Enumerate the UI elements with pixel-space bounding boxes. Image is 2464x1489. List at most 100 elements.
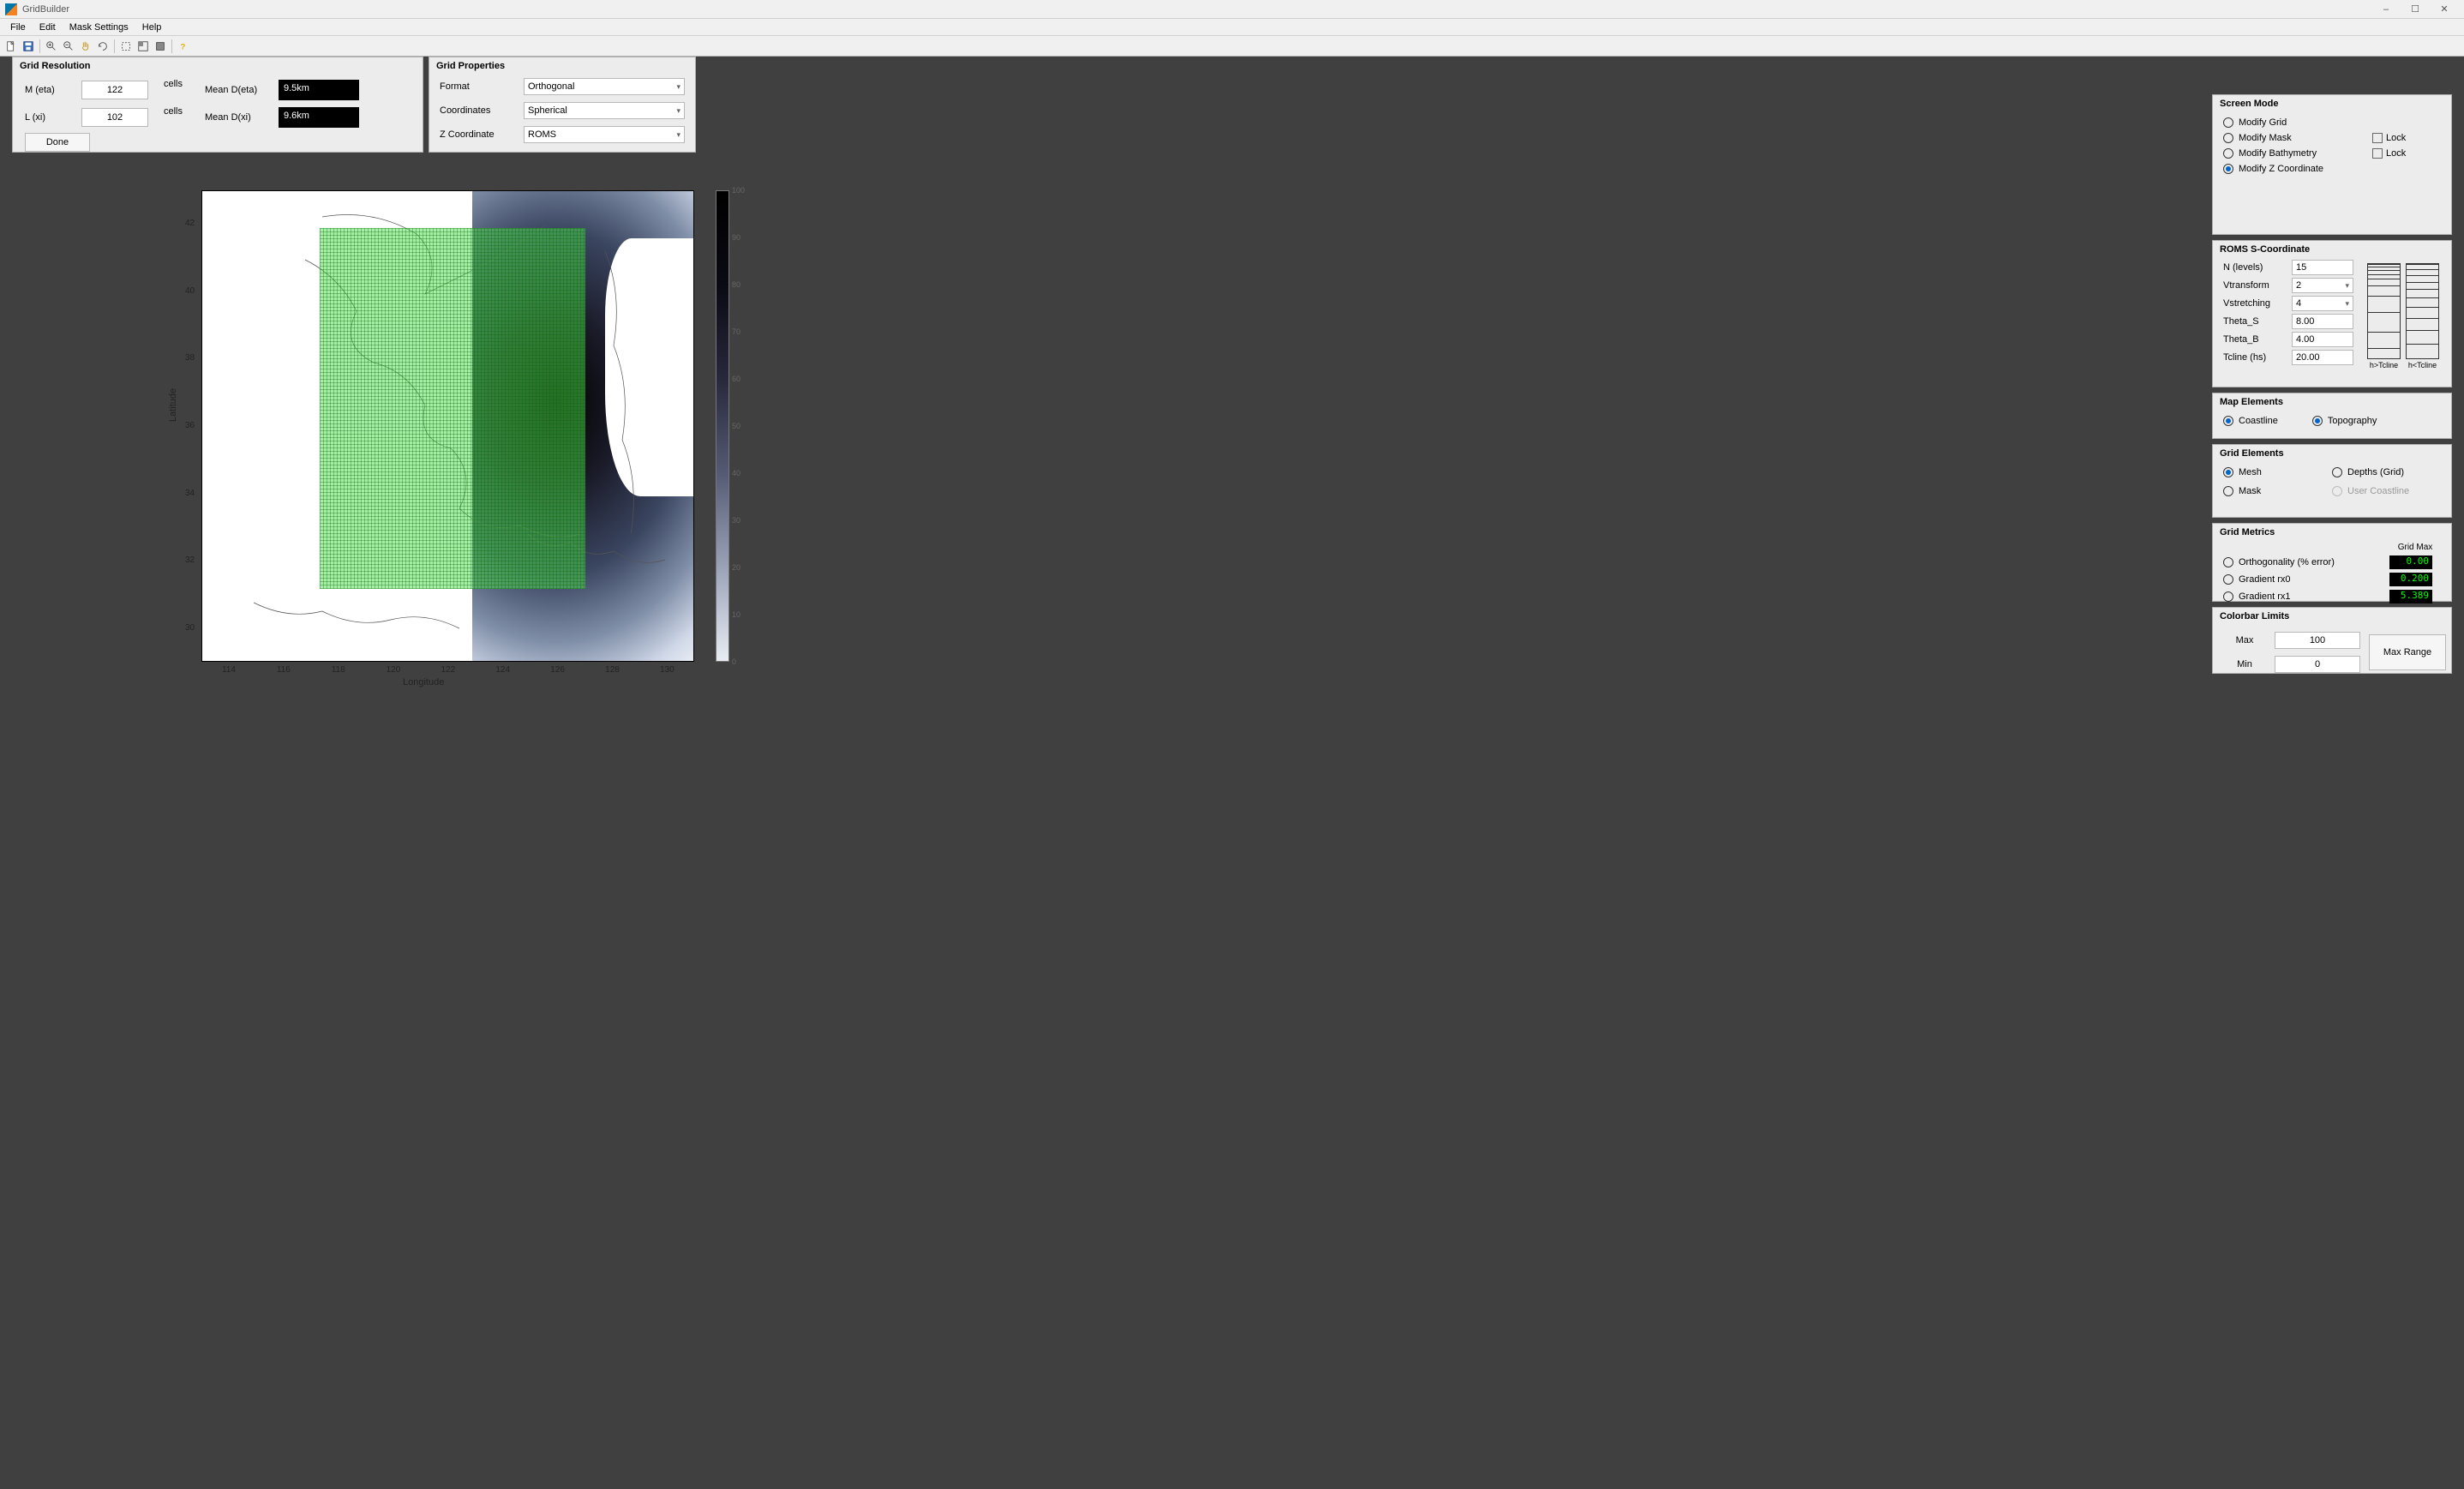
grid-resolution-title: Grid Resolution bbox=[13, 57, 423, 75]
lock-mask-checkbox[interactable] bbox=[2372, 133, 2383, 143]
mask-radio[interactable] bbox=[2223, 486, 2233, 496]
format-value: Orthogonal bbox=[528, 81, 574, 92]
y-tick: 30 bbox=[185, 623, 195, 633]
vtransform-select[interactable]: 2▾ bbox=[2292, 278, 2353, 293]
lock-bathy-checkbox[interactable] bbox=[2372, 148, 2383, 159]
gradient-rx1-label[interactable]: Gradient rx1 bbox=[2239, 591, 2291, 602]
toolbar-separator bbox=[114, 39, 115, 53]
m-eta-label: M (eta) bbox=[25, 85, 66, 95]
grid-max-header: Grid Max bbox=[2389, 543, 2441, 552]
done-button[interactable]: Done bbox=[25, 133, 90, 152]
select-rect-icon[interactable] bbox=[118, 39, 134, 54]
grid-metrics-panel: Grid Metrics Grid Max Orthogonality (% e… bbox=[2212, 523, 2452, 602]
modify-bathy-label[interactable]: Modify Bathymetry bbox=[2239, 148, 2317, 159]
colorbar-tick: 20 bbox=[732, 563, 740, 572]
maximize-button[interactable]: ☐ bbox=[2401, 1, 2430, 18]
y-tick: 42 bbox=[185, 219, 195, 228]
n-levels-label: N (levels) bbox=[2223, 260, 2292, 275]
x-tick: 126 bbox=[550, 665, 565, 675]
menu-edit[interactable]: Edit bbox=[33, 21, 63, 34]
x-tick: 122 bbox=[441, 665, 456, 675]
gradient-rx0-value: 0.200 bbox=[2389, 573, 2432, 586]
modify-z-label[interactable]: Modify Z Coordinate bbox=[2239, 164, 2323, 174]
menu-mask-settings[interactable]: Mask Settings bbox=[63, 21, 135, 34]
colorbar-tick: 50 bbox=[732, 422, 740, 430]
chevron-down-icon: ▾ bbox=[676, 106, 680, 116]
theta-s-input[interactable] bbox=[2292, 314, 2353, 329]
z-coordinate-label: Z Coordinate bbox=[440, 129, 515, 140]
lock-mask-label[interactable]: Lock bbox=[2386, 133, 2406, 143]
colorbar-min-input[interactable] bbox=[2275, 656, 2360, 673]
help-icon[interactable]: ? bbox=[176, 39, 191, 54]
theta-s-label: Theta_S bbox=[2223, 314, 2292, 329]
theta-b-input[interactable] bbox=[2292, 332, 2353, 347]
topography-radio[interactable] bbox=[2312, 416, 2323, 426]
z-coordinate-select[interactable]: ROMS▾ bbox=[524, 126, 685, 143]
orthogonality-radio[interactable] bbox=[2223, 557, 2233, 567]
select-region-icon[interactable] bbox=[135, 39, 151, 54]
modify-mask-radio[interactable] bbox=[2223, 133, 2233, 143]
close-button[interactable]: ✕ bbox=[2430, 1, 2459, 18]
l-xi-input[interactable] bbox=[81, 108, 148, 127]
menu-file[interactable]: File bbox=[3, 21, 33, 34]
zoom-out-icon[interactable] bbox=[61, 39, 76, 54]
orthogonality-label[interactable]: Orthogonality (% error) bbox=[2239, 557, 2335, 567]
depths-label[interactable]: Depths (Grid) bbox=[2347, 467, 2404, 477]
format-select[interactable]: Orthogonal ▾ bbox=[524, 78, 685, 95]
colorbar-max-input[interactable] bbox=[2275, 632, 2360, 649]
gradient-rx0-label[interactable]: Gradient rx0 bbox=[2239, 574, 2291, 585]
modify-z-radio[interactable] bbox=[2223, 164, 2233, 174]
diag-right-caption: h<Tcline bbox=[2406, 361, 2439, 369]
y-axis-label: Latitude bbox=[168, 388, 178, 422]
mesh-label[interactable]: Mesh bbox=[2239, 467, 2262, 477]
chevron-down-icon: ▾ bbox=[2345, 281, 2349, 291]
lock-bathy-label[interactable]: Lock bbox=[2386, 148, 2406, 159]
mean-d-eta-value: 9.5km bbox=[279, 80, 359, 100]
fill-rect-icon[interactable] bbox=[153, 39, 168, 54]
coastline-radio[interactable] bbox=[2223, 416, 2233, 426]
colorbar-tick: 0 bbox=[732, 657, 736, 666]
zoom-in-icon[interactable] bbox=[44, 39, 59, 54]
pan-icon[interactable] bbox=[78, 39, 93, 54]
theta-b-label: Theta_B bbox=[2223, 332, 2292, 347]
coordinates-select[interactable]: Spherical▾ bbox=[524, 102, 685, 119]
coastline-label[interactable]: Coastline bbox=[2239, 416, 2278, 426]
depths-radio[interactable] bbox=[2332, 467, 2342, 477]
x-axis-label: Longitude bbox=[403, 677, 444, 687]
map-plot-area[interactable] bbox=[201, 190, 694, 662]
tcline-label: Tcline (hs) bbox=[2223, 350, 2292, 365]
gradient-rx1-radio[interactable] bbox=[2223, 591, 2233, 602]
modify-grid-radio[interactable] bbox=[2223, 117, 2233, 128]
chevron-down-icon: ▾ bbox=[676, 130, 680, 140]
max-range-button[interactable]: Max Range bbox=[2369, 634, 2446, 670]
map-elements-panel: Map Elements Coastline Topography bbox=[2212, 393, 2452, 439]
menu-help[interactable]: Help bbox=[135, 21, 169, 34]
chevron-down-icon: ▾ bbox=[676, 82, 680, 92]
modify-mask-label[interactable]: Modify Mask bbox=[2239, 133, 2292, 143]
gradient-rx0-radio[interactable] bbox=[2223, 574, 2233, 585]
y-tick: 38 bbox=[185, 353, 195, 363]
colorbar-tick: 70 bbox=[732, 327, 740, 336]
grid-overlay bbox=[320, 228, 585, 588]
tcline-input[interactable] bbox=[2292, 350, 2353, 365]
modify-bathy-radio[interactable] bbox=[2223, 148, 2233, 159]
vstretching-select[interactable]: 4▾ bbox=[2292, 296, 2353, 311]
grid-mesh-lines bbox=[320, 228, 585, 588]
mesh-radio[interactable] bbox=[2223, 467, 2233, 477]
l-xi-label: L (xi) bbox=[25, 112, 66, 123]
save-icon[interactable] bbox=[21, 39, 36, 54]
x-tick: 124 bbox=[495, 665, 510, 675]
x-tick: 114 bbox=[222, 665, 236, 675]
n-levels-input[interactable] bbox=[2292, 260, 2353, 275]
grid-properties-title: Grid Properties bbox=[429, 57, 695, 75]
rotate-icon[interactable] bbox=[95, 39, 111, 54]
mean-d-xi-label: Mean D(xi) bbox=[205, 112, 263, 123]
x-tick: 128 bbox=[605, 665, 620, 675]
x-tick: 120 bbox=[387, 665, 401, 675]
mask-label[interactable]: Mask bbox=[2239, 486, 2261, 496]
m-eta-input[interactable] bbox=[81, 81, 148, 99]
new-file-icon[interactable] bbox=[3, 39, 19, 54]
modify-grid-label[interactable]: Modify Grid bbox=[2239, 117, 2287, 128]
minimize-button[interactable]: – bbox=[2371, 1, 2401, 18]
topography-label[interactable]: Topography bbox=[2328, 416, 2377, 426]
